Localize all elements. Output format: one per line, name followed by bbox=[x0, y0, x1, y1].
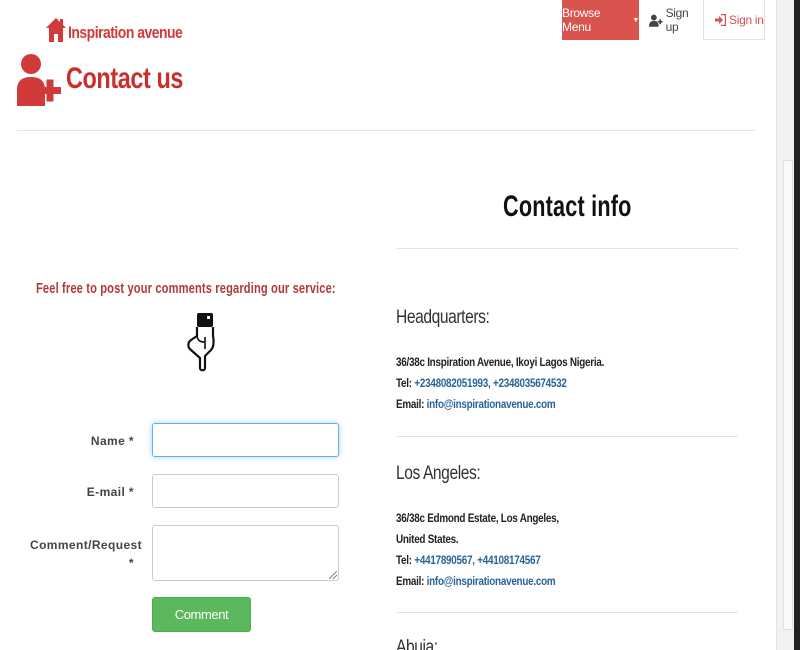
resize-handle-icon[interactable] bbox=[329, 571, 337, 579]
comment-submit-button[interactable]: Comment bbox=[152, 597, 251, 632]
phone-link[interactable]: +4417890567, +44108174567 bbox=[414, 555, 540, 567]
divider bbox=[396, 248, 738, 249]
scrollbar[interactable] bbox=[776, 0, 800, 650]
office-phone: Tel: +4417890567, +44108174567 bbox=[396, 555, 541, 567]
page-title-text: Contact us bbox=[66, 62, 184, 95]
divider bbox=[396, 436, 738, 437]
email-label: Email: bbox=[396, 399, 425, 411]
comment-label: Comment/Request * bbox=[30, 536, 142, 572]
email-link[interactable]: info@inspirationavenue.com bbox=[427, 576, 556, 588]
form-prompt: Feel free to post your comments regardin… bbox=[36, 280, 336, 297]
email-input[interactable] bbox=[152, 474, 339, 508]
required-mark: * bbox=[128, 556, 134, 570]
name-input[interactable] bbox=[152, 423, 339, 457]
add-user-icon bbox=[17, 54, 61, 106]
divider bbox=[17, 130, 755, 131]
name-label: Name * bbox=[90, 434, 134, 448]
browse-menu-label: Browse Menu bbox=[562, 6, 601, 34]
window-edge bbox=[794, 0, 800, 650]
phone-link[interactable]: +2348082051993, +2348035674532 bbox=[414, 378, 567, 390]
add-user-icon bbox=[649, 14, 663, 27]
signin-label: Sign in bbox=[729, 12, 764, 27]
office-address: 36/38c Inspiration Avenue, Ikoyi Lagos N… bbox=[396, 357, 605, 369]
office-address: United States. bbox=[396, 534, 459, 546]
pointing-down-hand-icon bbox=[187, 313, 215, 372]
page-title: Contact us bbox=[17, 52, 216, 106]
comment-textarea[interactable] bbox=[152, 525, 339, 581]
browse-menu-button[interactable]: Browse Menu ▼ bbox=[562, 0, 639, 40]
office-address: 36/38c Edmond Estate, Los Angeles, bbox=[396, 513, 559, 525]
office-email: Email: info@inspirationavenue.com bbox=[396, 399, 556, 411]
tel-label: Tel: bbox=[396, 378, 412, 390]
contact-info-heading: Contact info bbox=[502, 190, 632, 223]
brand-logo[interactable]: Inspiration avenue bbox=[45, 16, 207, 44]
comment-label-text: Comment/Request bbox=[30, 538, 143, 552]
signup-label: Sign up bbox=[665, 6, 689, 34]
caret-down-icon: ▼ bbox=[632, 16, 639, 24]
top-nav: Browse Menu ▼ Sign up Sign in bbox=[562, 0, 765, 40]
contact-info-title: Contact info bbox=[396, 190, 738, 224]
email-label: Email: bbox=[396, 576, 425, 588]
signup-link[interactable]: Sign up bbox=[639, 0, 703, 40]
office-name: Headquarters: bbox=[396, 307, 490, 328]
tel-label: Tel: bbox=[396, 555, 412, 567]
divider bbox=[396, 612, 738, 613]
office-name: Los Angeles: bbox=[396, 463, 481, 484]
office-email: Email: info@inspirationavenue.com bbox=[396, 576, 556, 588]
sign-in-icon bbox=[715, 13, 726, 26]
office-name: Abuja: bbox=[396, 637, 438, 650]
email-link[interactable]: info@inspirationavenue.com bbox=[427, 399, 556, 411]
house-icon bbox=[46, 18, 66, 42]
office-phone: Tel: +2348082051993, +2348035674532 bbox=[396, 378, 567, 390]
scrollbar-thumb[interactable] bbox=[783, 160, 793, 630]
email-label: E-mail * bbox=[86, 485, 134, 499]
brand-name: Inspiration avenue bbox=[68, 23, 183, 42]
signin-link[interactable]: Sign in bbox=[703, 0, 765, 40]
